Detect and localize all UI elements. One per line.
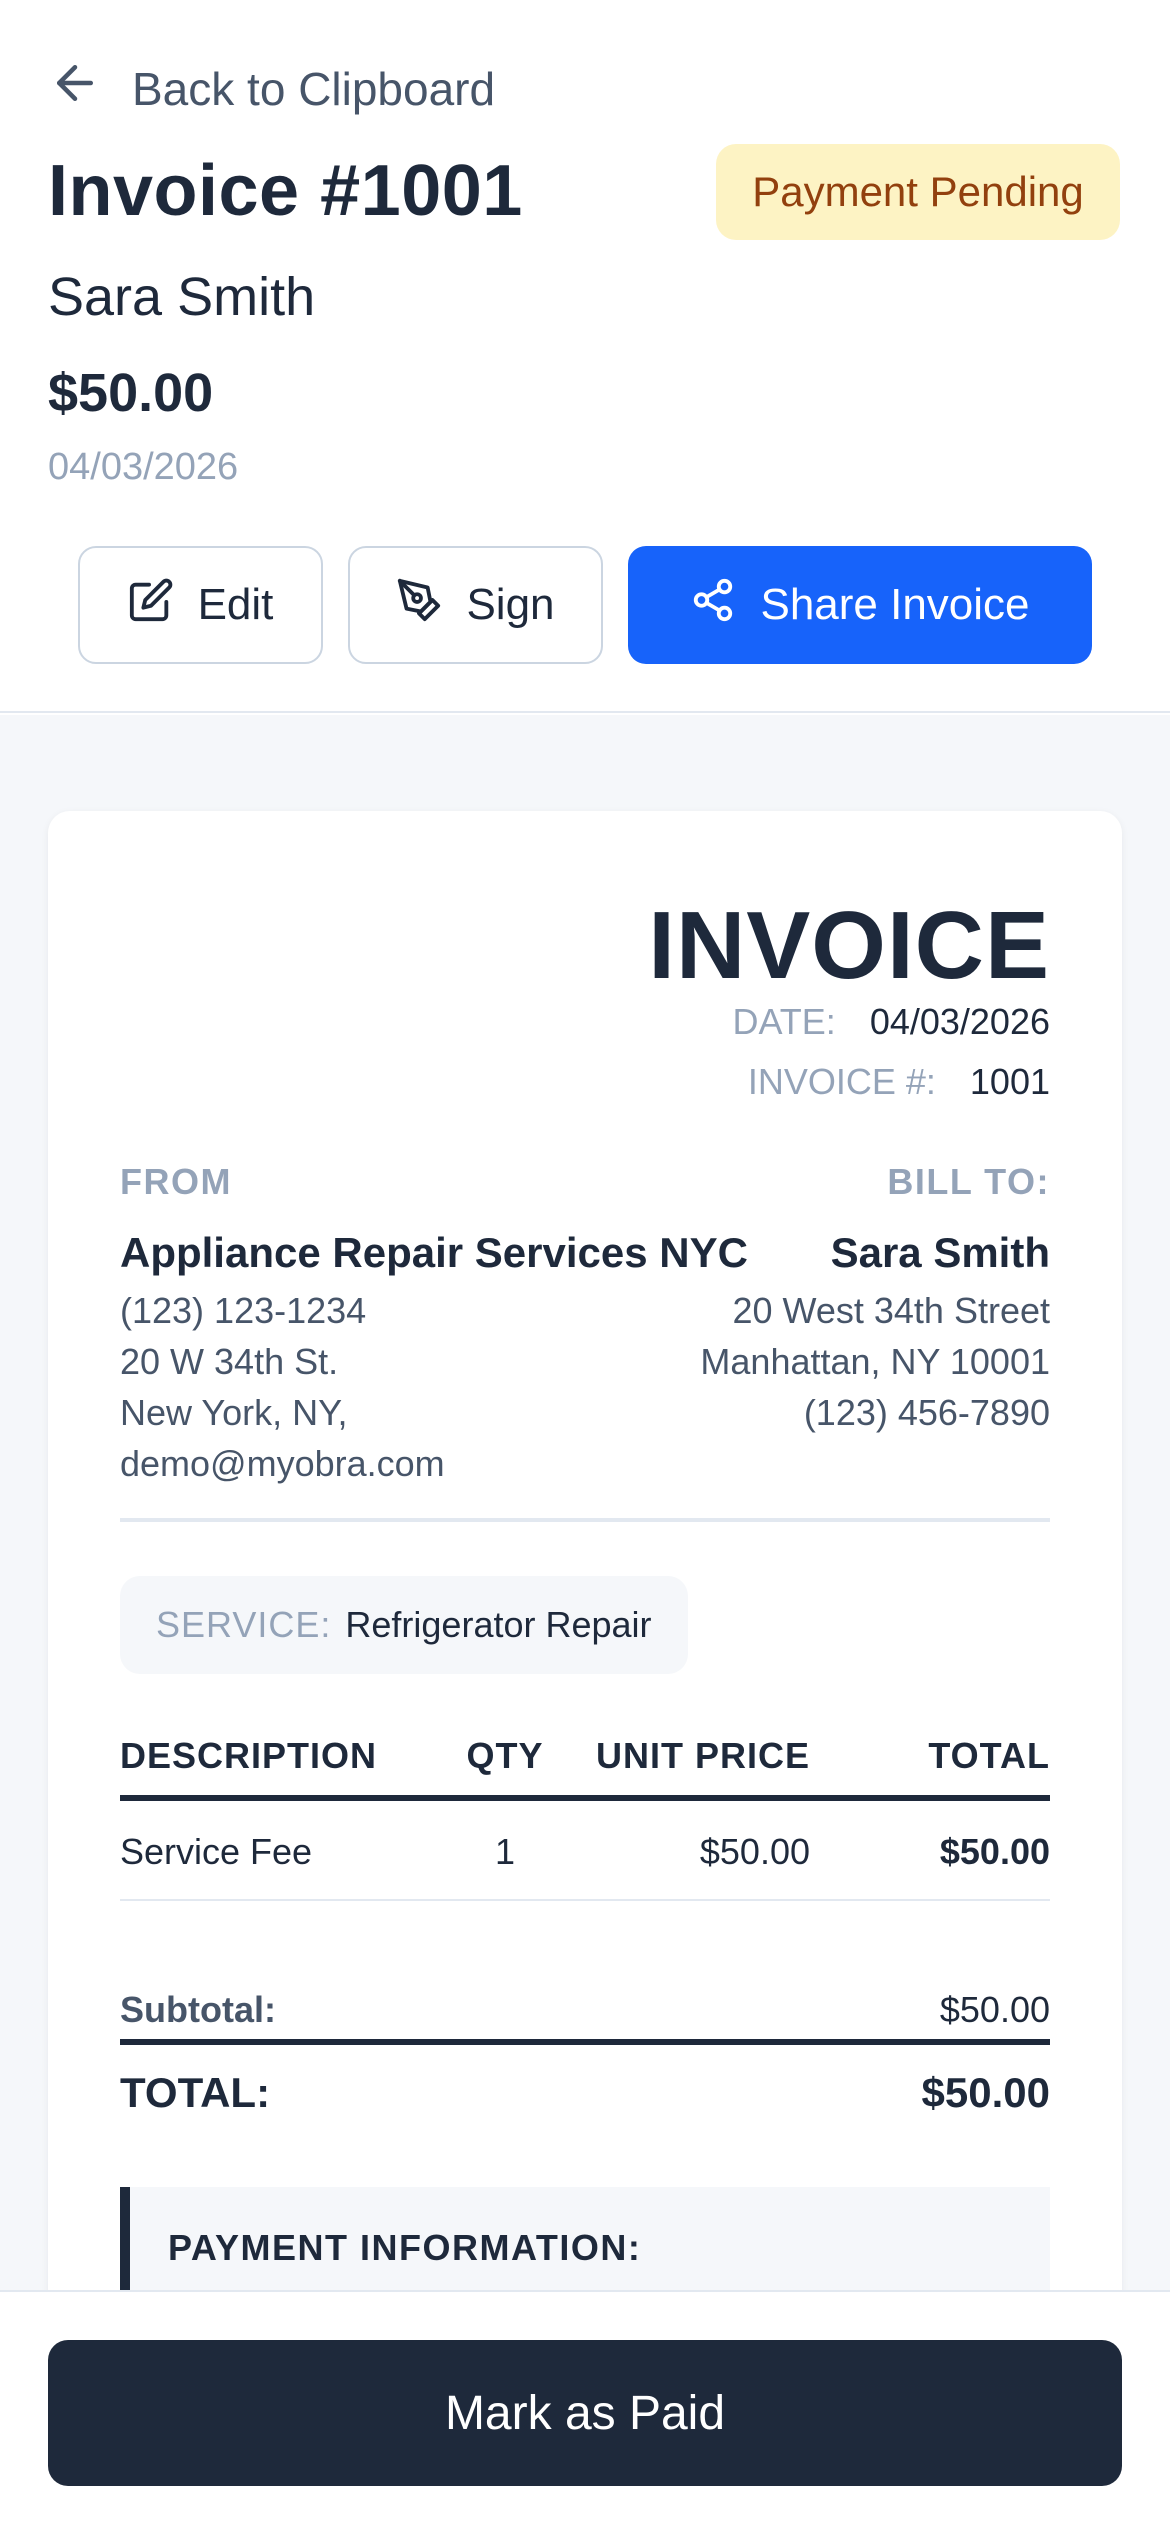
business-address-line1: 20 W 34th St. <box>120 1341 339 1382</box>
date-value: 04/03/2026 <box>869 1001 1050 1042</box>
business-address-line2: New York, NY, <box>120 1392 348 1433</box>
service-label: SERVICE: <box>156 1604 332 1645</box>
share-icon <box>690 577 736 634</box>
invoice-preview-area[interactable]: INVOICE DATE: 04/03/2026 INVOICE #: 1001… <box>0 715 1170 2290</box>
invoice-date-row: DATE: 04/03/2026 <box>732 1001 1050 1043</box>
mark-as-paid-button[interactable]: Mark as Paid <box>48 2340 1122 2486</box>
column-header-total: TOTAL <box>928 1735 1050 1776</box>
customer-address-line1: 20 West 34th Street <box>732 1290 1050 1331</box>
total-row: TOTAL: $50.00 <box>120 2069 1050 2139</box>
share-invoice-button[interactable]: Share Invoice <box>628 546 1092 664</box>
bill-to-label: BILL TO: <box>887 1161 1050 1202</box>
bill-to-details: Sara Smith 20 West 34th Street Manhattan… <box>700 1229 1050 1438</box>
service-pill: SERVICE: Refrigerator Repair <box>120 1576 688 1674</box>
item-qty: 1 <box>494 1831 516 1872</box>
pen-tool-icon <box>396 577 442 634</box>
arrow-left-icon <box>48 56 102 121</box>
share-invoice-label: Share Invoice <box>760 580 1030 629</box>
back-to-clipboard-link[interactable]: Back to Clipboard <box>48 56 495 121</box>
client-name: Sara Smith <box>48 267 316 327</box>
item-description: Service Fee <box>120 1831 313 1872</box>
business-name: Appliance Repair Services NYC <box>120 1229 748 1276</box>
invoice-amount: $50.00 <box>48 363 214 423</box>
payment-information-box: PAYMENT INFORMATION: <box>120 2187 1050 2290</box>
customer-phone: (123) 456-7890 <box>803 1392 1050 1433</box>
subtotal-row: Subtotal: $50.00 <box>120 1959 1050 2045</box>
edit-button-label: Edit <box>197 580 274 629</box>
line-items-table: DESCRIPTION QTY UNIT PRICE TOTAL Service… <box>120 1729 1050 1901</box>
date-label: DATE: <box>732 1001 836 1042</box>
subtotal-value: $50.00 <box>939 1989 1050 2030</box>
column-header-qty: QTY <box>466 1735 544 1776</box>
column-header-description: DESCRIPTION <box>120 1735 378 1776</box>
customer-name: Sara Smith <box>830 1229 1050 1276</box>
service-value: Refrigerator Repair <box>345 1604 652 1645</box>
table-header-row: DESCRIPTION QTY UNIT PRICE TOTAL <box>120 1729 1050 1801</box>
invoice-number-value: 1001 <box>969 1061 1050 1102</box>
table-row: Service Fee 1 $50.00 $50.00 <box>120 1801 1050 1901</box>
edit-button[interactable]: Edit <box>78 546 323 664</box>
invoice-detail-page: Back to Clipboard Invoice #1001 Payment … <box>0 0 1170 2532</box>
invoice-heading: INVOICE <box>648 892 1050 999</box>
invoice-number-row: INVOICE #: 1001 <box>748 1061 1050 1103</box>
payment-information-label: PAYMENT INFORMATION: <box>168 2227 642 2268</box>
customer-address-line2: Manhattan, NY 10001 <box>700 1341 1050 1382</box>
column-header-unit-price: UNIT PRICE <box>595 1735 810 1776</box>
business-email: demo@myobra.com <box>120 1443 445 1484</box>
sign-button-label: Sign <box>466 580 555 629</box>
subtotal-label: Subtotal: <box>120 1989 276 2030</box>
item-unit-price: $50.00 <box>699 1831 810 1872</box>
invoice-header: Back to Clipboard Invoice #1001 Payment … <box>0 0 1170 713</box>
back-link-label: Back to Clipboard <box>132 62 496 115</box>
total-value: $50.00 <box>921 2069 1050 2116</box>
item-total: $50.00 <box>939 1831 1050 1872</box>
invoice-number-label: INVOICE #: <box>747 1061 936 1102</box>
edit-icon <box>128 577 174 634</box>
page-title: Invoice #1001 <box>48 151 523 231</box>
total-label: TOTAL: <box>120 2069 271 2116</box>
status-badge: Payment Pending <box>716 144 1120 240</box>
section-divider <box>120 1518 1050 1522</box>
sign-button[interactable]: Sign <box>348 546 603 664</box>
invoice-document: INVOICE DATE: 04/03/2026 INVOICE #: 1001… <box>48 811 1122 2290</box>
business-phone: (123) 123-1234 <box>120 1290 367 1331</box>
from-label: FROM <box>120 1161 232 1202</box>
footer-bar: Mark as Paid <box>0 2290 1170 2532</box>
invoice-date: 04/03/2026 <box>48 446 239 488</box>
from-details: Appliance Repair Services NYC (123) 123-… <box>120 1229 748 1489</box>
